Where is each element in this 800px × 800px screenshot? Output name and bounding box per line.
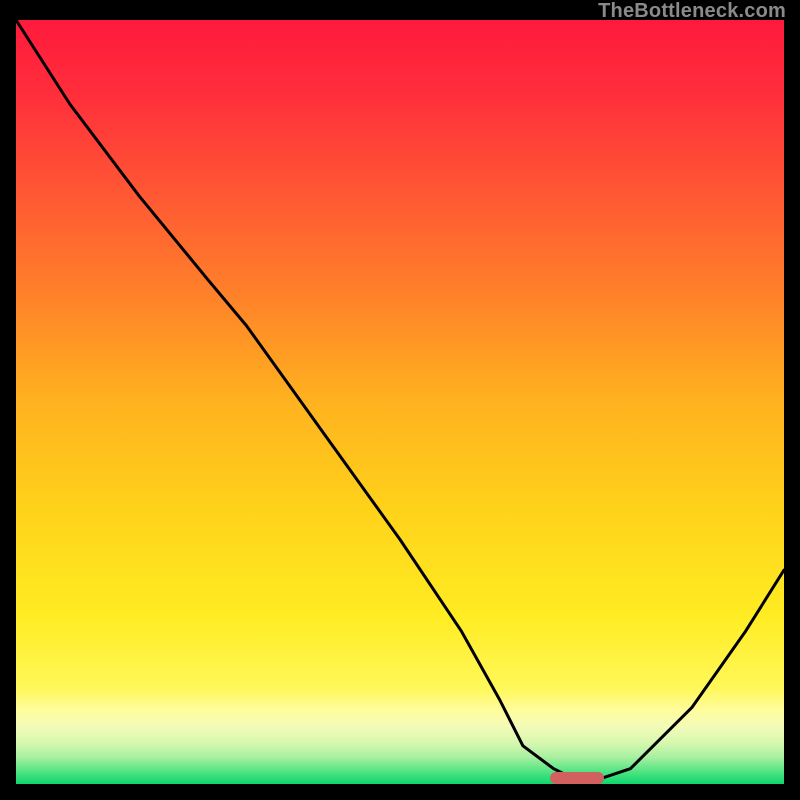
- optimal-marker: [550, 772, 604, 784]
- chart-frame: TheBottleneck.com: [0, 0, 800, 800]
- watermark-text: TheBottleneck.com: [598, 0, 786, 23]
- plot-area: [16, 20, 784, 784]
- curve-layer: [16, 20, 784, 784]
- bottleneck-curve: [16, 20, 784, 784]
